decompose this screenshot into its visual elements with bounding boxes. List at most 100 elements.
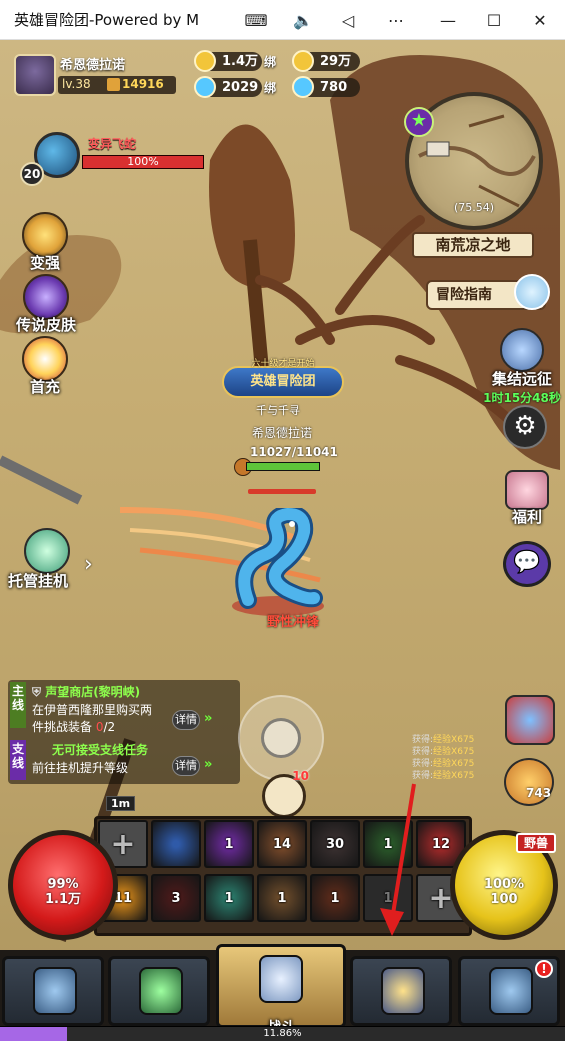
castle-icon — [489, 967, 533, 1015]
skill-slot-count: 1 — [224, 836, 234, 852]
adventure-guide-label: 冒险指南 — [436, 287, 492, 303]
bound-diamond-icon — [292, 76, 314, 98]
map-name[interactable]: 南荒凉之地 — [412, 232, 534, 258]
skill-slot[interactable]: 14 — [257, 820, 307, 868]
settings-gear-icon[interactable]: ⚙ — [503, 405, 547, 449]
hero-title: 千与千寻 — [256, 404, 300, 417]
side-quest-body[interactable]: 前往挂机提升等级 — [32, 760, 128, 777]
legend-skin-button[interactable]: 传说皮肤 — [4, 274, 88, 335]
window-titlebar: 英雄冒险团-Powered by M ⌨ 🔈 ◁ ⋯ — ☐ ✕ — [0, 0, 565, 40]
skill-slot[interactable]: 1 — [257, 874, 307, 922]
event-box-icon[interactable] — [505, 695, 555, 745]
chevron-double-right-icon: » — [204, 711, 213, 726]
nav-skills[interactable] — [108, 956, 210, 1026]
bound-diamond-display[interactable]: 绑 780 — [264, 76, 360, 98]
experience-bar: 11.86% — [0, 1026, 565, 1041]
player-level: lv.38 — [62, 77, 91, 91]
guild-banner: 六十级才是开始 英雄冒险团 — [222, 359, 344, 398]
hero-serpent-sprite[interactable] — [226, 508, 330, 618]
main-quest-total: /2 — [103, 720, 116, 734]
bound-gold-value: 29万 — [320, 54, 352, 69]
first-charge-label: 首充 — [29, 378, 60, 396]
player-name: 希恩德拉诺 — [60, 58, 126, 73]
skill-slot[interactable]: 30 — [310, 820, 360, 868]
skill-slot-count: 12 — [431, 836, 451, 852]
rally-label: 集结远征 — [491, 370, 552, 388]
skill-slot[interactable]: 1 — [310, 874, 360, 922]
diamond-display[interactable]: 2029 — [194, 76, 262, 98]
hero-skill-name: 野性冲锋 — [267, 615, 320, 630]
shield-icon: ⛨ — [32, 685, 46, 699]
adventure-guide-button[interactable]: 冒险指南 — [426, 274, 550, 310]
gold-coin-icon — [194, 50, 216, 72]
guild-name: 英雄冒险团 — [250, 374, 316, 389]
welfare-label: 福利 — [511, 508, 542, 526]
enemy-hp-bar: 100% — [82, 155, 204, 169]
maximize-icon[interactable]: ☐ — [480, 6, 508, 34]
back-icon[interactable]: ◁ — [334, 6, 362, 34]
skill-slot[interactable]: 1 — [204, 874, 254, 922]
nav-treasure[interactable] — [350, 956, 452, 1026]
enemy-name: 变异飞蛇 — [88, 137, 137, 151]
upgrade-button[interactable]: 变强 — [10, 212, 80, 273]
legend-skin-label: 传说皮肤 — [15, 316, 76, 334]
minimize-icon[interactable]: — — [434, 6, 462, 34]
hero-hp-fill — [247, 463, 319, 470]
hero-hp-text: 11027/11041 — [250, 445, 338, 459]
movement-joystick[interactable] — [238, 695, 324, 781]
chat-bubble-icon[interactable]: 💬 — [503, 541, 551, 587]
hero-hp-bar — [246, 462, 320, 471]
skill-slot-count: 1 — [224, 890, 234, 906]
rally-timer: 1时15分48秒 — [483, 391, 561, 405]
volume-icon[interactable]: 🔈 — [289, 6, 317, 34]
skill-slot[interactable] — [151, 820, 201, 868]
main-quest-detail-button[interactable]: 详情 — [172, 710, 200, 730]
bound-diamond-value: 780 — [320, 80, 348, 95]
bound-gold-icon — [292, 50, 314, 72]
slot-timer-tag: 1m — [106, 796, 136, 811]
exp-log-line: 获得:经验X675 — [412, 759, 475, 769]
side-quest-detail-button[interactable]: 详情 — [172, 756, 200, 776]
health-orb-value: 1.1万 — [44, 892, 82, 907]
map-star-icon[interactable]: ★ — [404, 107, 434, 137]
health-orb[interactable]: 99% 1.1万 — [8, 830, 118, 940]
experience-text: 11.86% — [263, 1028, 302, 1039]
food-count: 743 — [526, 786, 552, 800]
more-icon[interactable]: ⋯ — [382, 6, 410, 34]
main-quest-body[interactable]: 在伊普西隆那里购买两 件挑战装备 0/2 — [32, 702, 152, 736]
battle-crest-icon — [259, 955, 303, 1003]
side-quest-title[interactable]: 无可接受支线任务 — [52, 741, 148, 758]
minimap-coord: (75.54) — [453, 201, 495, 214]
skill-slot[interactable]: 3 — [151, 874, 201, 922]
bound-gold-display[interactable]: 绑 29万 — [264, 50, 360, 72]
hero-name: 希恩德拉诺 — [252, 426, 313, 440]
nav-hero[interactable] — [2, 956, 104, 1026]
nav-battle[interactable]: 战斗 — [216, 944, 346, 1036]
gold-display[interactable]: 1.4万 — [194, 50, 262, 72]
diamond-value: 2029 — [222, 80, 259, 95]
bound-gold-tag: 绑 — [264, 55, 277, 69]
skill-mask-icon — [139, 967, 183, 1015]
close-icon[interactable]: ✕ — [526, 6, 554, 34]
skill-slot[interactable]: 1 — [204, 820, 254, 868]
first-charge-button[interactable]: 首充 — [10, 336, 80, 397]
main-quest-title[interactable]: ⛨ 声望商店(黎明峡) — [32, 683, 140, 700]
mana-orb-percent: 100% — [483, 877, 525, 892]
side-quest-tag: 支线 — [10, 740, 26, 780]
keyboard-icon[interactable]: ⌨ — [242, 6, 270, 34]
beast-tag[interactable]: 野兽 — [516, 833, 556, 853]
guide-npc-icon — [514, 274, 550, 310]
skill-slot-count: 1 — [330, 890, 340, 906]
exp-log-line: 获得:经验X675 — [412, 735, 475, 745]
rally-expedition-button[interactable]: 集结远征 1时15分48秒 — [480, 328, 564, 406]
level-up-count: 10 — [292, 769, 309, 783]
rally-icon — [500, 328, 544, 372]
game-scene[interactable]: 希恩德拉诺 lv.38 14916 1.4万 绑 29万 2029 绑 780 … — [0, 40, 565, 1041]
level-up-orb[interactable]: 10 — [262, 769, 309, 818]
welfare-button[interactable]: 福利 — [497, 470, 557, 527]
bound-diamond-tag: 绑 — [264, 81, 277, 95]
auto-battle-button[interactable]: › 托管挂机 — [0, 516, 110, 616]
power-icon — [107, 78, 120, 91]
joystick-knob[interactable] — [261, 718, 301, 758]
player-avatar[interactable] — [14, 54, 56, 96]
